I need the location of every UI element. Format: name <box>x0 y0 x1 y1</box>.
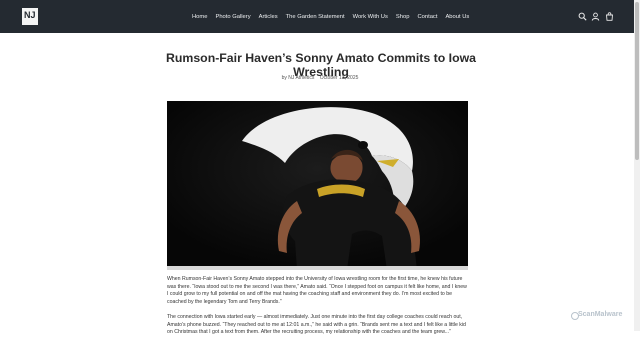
nav-contact[interactable]: Contact <box>413 10 441 24</box>
logo-text: NJ <box>24 10 36 20</box>
nav-work-with-us[interactable]: Work With Us <box>349 10 392 24</box>
scrollbar-thumb[interactable] <box>635 2 639 160</box>
nav-shop[interactable]: Shop <box>392 10 414 24</box>
nav-about-us[interactable]: About Us <box>441 10 473 24</box>
nav-photo-gallery[interactable]: Photo Gallery <box>211 10 254 24</box>
publish-date: October 12, 2025 <box>319 75 359 81</box>
nav-home[interactable]: Home <box>188 10 211 24</box>
watermark: ScanMalware <box>578 311 623 318</box>
article-paragraph: When Rumson-Fair Haven’s Sonny Amato ste… <box>167 276 467 305</box>
hero-photo <box>167 101 468 270</box>
nav-articles[interactable]: Articles <box>255 10 282 24</box>
search-icon[interactable] <box>578 12 587 21</box>
cart-icon[interactable] <box>605 12 614 21</box>
account-icon[interactable] <box>591 12 600 21</box>
scrollbar[interactable] <box>634 0 640 331</box>
nav-garden-statement[interactable]: The Garden Statement <box>282 10 349 24</box>
site-logo[interactable]: NJ <box>22 8 38 25</box>
article-body: When Rumson-Fair Haven’s Sonny Amato ste… <box>167 276 468 345</box>
article-paragraph: The connection with Iowa started early —… <box>167 314 466 335</box>
author-link[interactable]: by NJ Athletics <box>282 75 315 81</box>
hero-image <box>167 101 468 270</box>
main-nav: Home Photo Gallery Articles The Garden S… <box>188 10 473 24</box>
site-header: NJ Home Photo Gallery Articles The Garde… <box>0 0 634 33</box>
byline: by NJ Athletics October 12, 2025 <box>200 75 440 81</box>
